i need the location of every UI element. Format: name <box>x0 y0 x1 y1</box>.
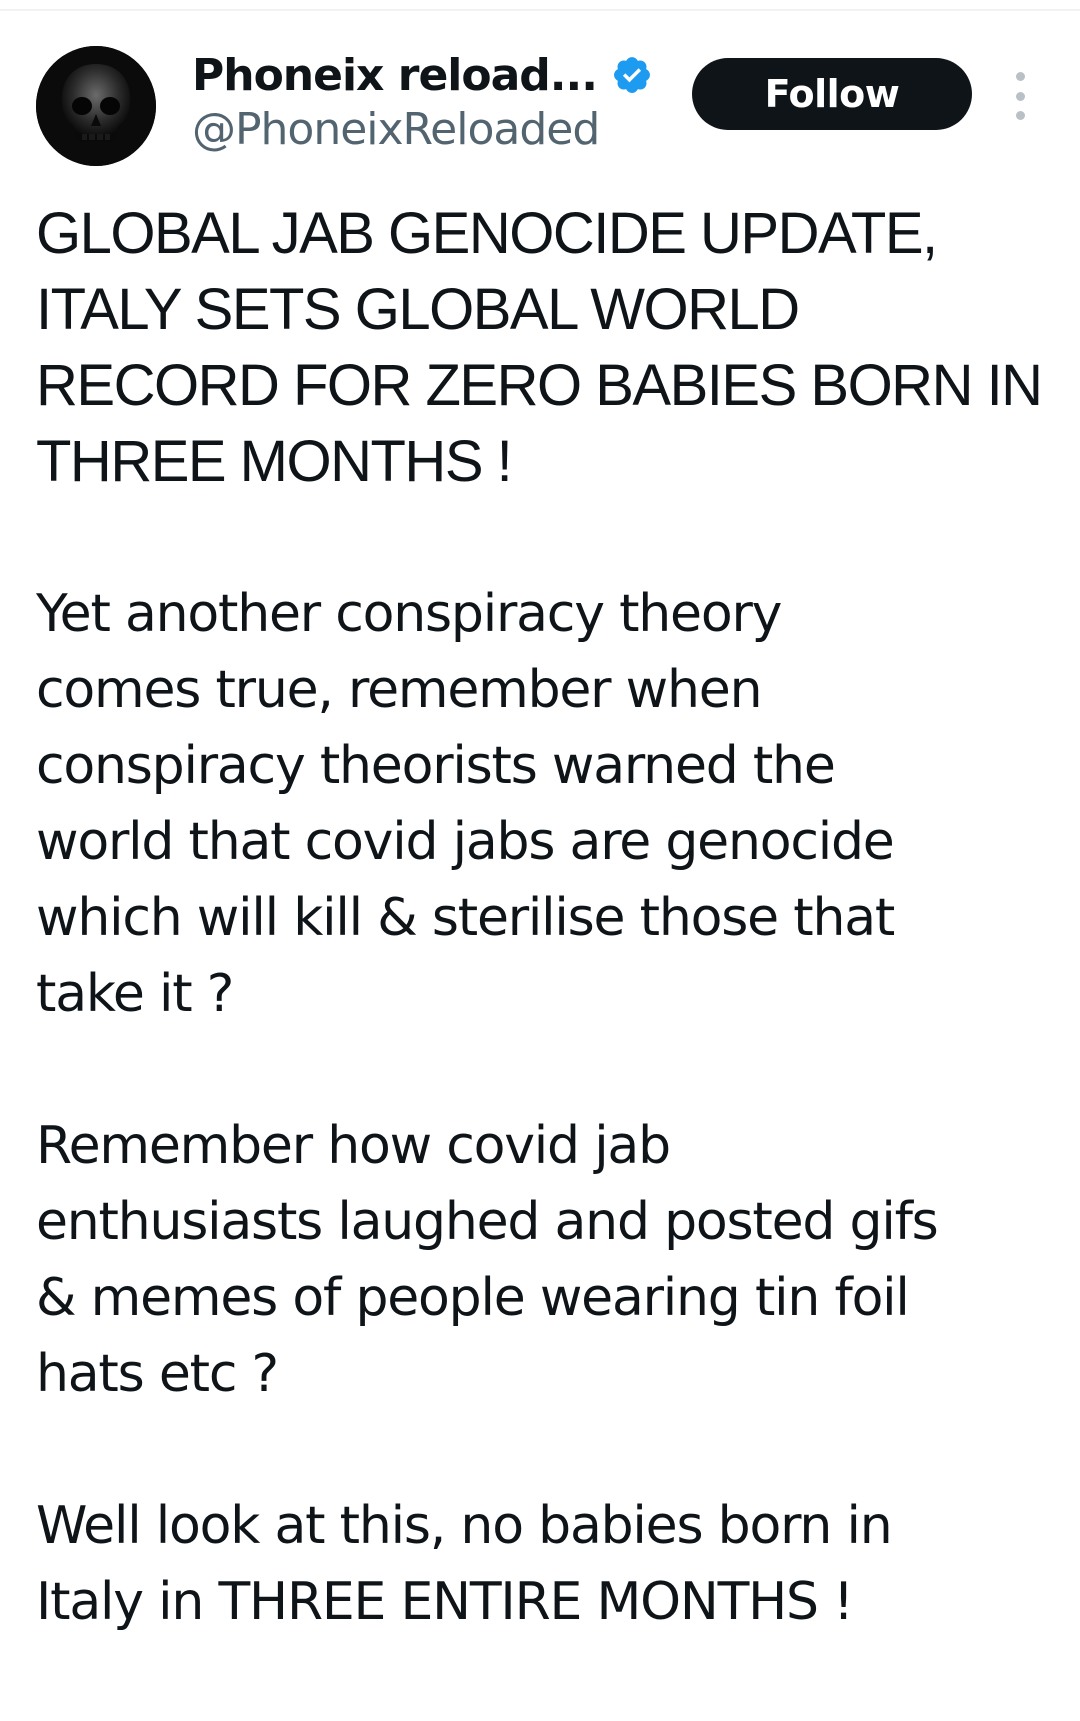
tweet-paragraph-3: Remember how covid jab enthusiasts laugh… <box>36 1116 939 1404</box>
verified-badge-icon[interactable] <box>611 54 653 96</box>
tweet-paragraph-4: Well look at this, no babies born in Ita… <box>36 1496 893 1632</box>
more-dot <box>1015 91 1025 101</box>
author-info[interactable]: Phoneix reload... @PhoneixReloaded <box>192 44 672 155</box>
tweet-paragraph-1: GLOBAL JAB GENOCIDE UPDATE, ITALY SETS G… <box>36 201 1043 494</box>
tweet-header: Phoneix reload... @PhoneixReloaded Follo… <box>0 0 1080 180</box>
display-name[interactable]: Phoneix reload... <box>192 50 598 101</box>
tweet-paragraph-2: Yet another conspiracy theory comes true… <box>36 584 895 1024</box>
more-dot <box>1015 111 1025 120</box>
display-name-row: Phoneix reload... <box>192 44 672 106</box>
more-vertical-icon[interactable] <box>1006 72 1034 120</box>
more-dot <box>1015 72 1025 81</box>
follow-button[interactable]: Follow <box>692 58 972 130</box>
avatar[interactable] <box>36 46 156 166</box>
tweet-text: GLOBAL JAB GENOCIDE UPDATE, ITALY SETS G… <box>36 196 1056 1716</box>
skull-avatar-icon <box>36 46 156 166</box>
author-handle[interactable]: @PhoneixReloaded <box>192 104 672 155</box>
